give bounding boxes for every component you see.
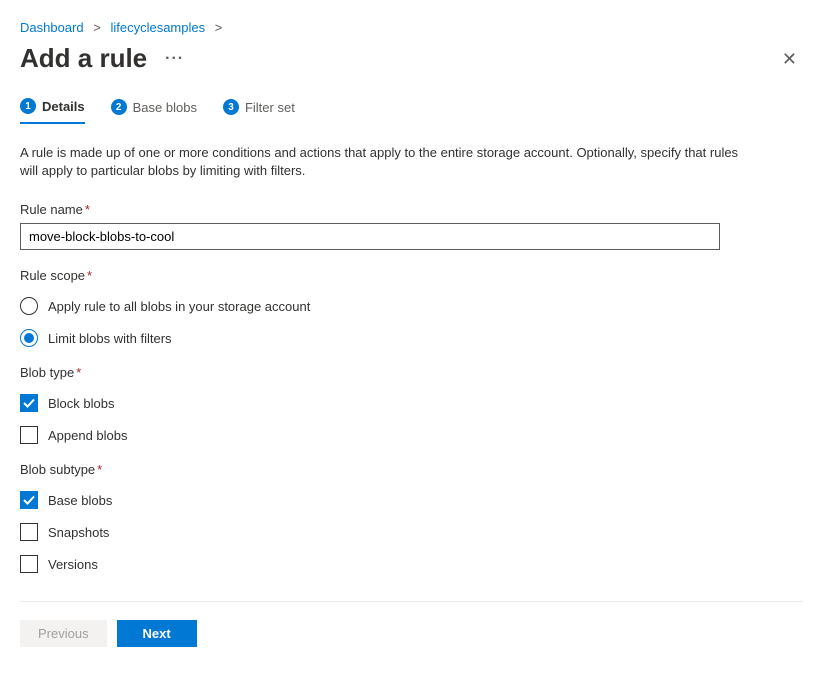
breadcrumb-dashboard[interactable]: Dashboard — [20, 20, 84, 35]
blob-subtype-snapshots-checkbox[interactable]: Snapshots — [20, 523, 803, 541]
step-number-icon: 3 — [223, 99, 239, 115]
scope-all-radio[interactable]: Apply rule to all blobs in your storage … — [20, 297, 803, 315]
checkbox-label: Versions — [48, 557, 98, 572]
previous-button[interactable]: Previous — [20, 620, 107, 647]
next-button[interactable]: Next — [117, 620, 197, 647]
footer-buttons: Previous Next — [20, 601, 803, 647]
checkbox-label: Base blobs — [48, 493, 112, 508]
chevron-right-icon: > — [93, 20, 101, 35]
checkbox-icon — [20, 426, 38, 444]
radio-label: Apply rule to all blobs in your storage … — [48, 299, 310, 314]
checkbox-icon — [20, 555, 38, 573]
blob-type-label: Blob type* — [20, 365, 803, 380]
checkbox-icon — [20, 523, 38, 541]
more-icon[interactable]: ··· — [165, 50, 184, 68]
wizard-tabs: 1 Details 2 Base blobs 3 Filter set — [20, 98, 803, 124]
rule-name-input[interactable] — [20, 223, 720, 250]
blob-subtype-base-checkbox[interactable]: Base blobs — [20, 491, 803, 509]
rule-name-label: Rule name* — [20, 202, 803, 217]
step-number-icon: 1 — [20, 98, 36, 114]
tab-details[interactable]: 1 Details — [20, 98, 85, 124]
tab-label: Base blobs — [133, 100, 197, 115]
tab-label: Filter set — [245, 100, 295, 115]
checkbox-label: Append blobs — [48, 428, 128, 443]
checkbox-label: Block blobs — [48, 396, 114, 411]
radio-icon — [20, 297, 38, 315]
radio-icon — [20, 329, 38, 347]
blob-subtype-versions-checkbox[interactable]: Versions — [20, 555, 803, 573]
tab-label: Details — [42, 99, 85, 114]
breadcrumb: Dashboard > lifecyclesamples > — [20, 20, 803, 35]
breadcrumb-lifecyclesamples[interactable]: lifecyclesamples — [110, 20, 205, 35]
blob-type-block-checkbox[interactable]: Block blobs — [20, 394, 803, 412]
page-title: Add a rule ··· — [20, 43, 184, 74]
checkbox-icon — [20, 491, 38, 509]
checkbox-label: Snapshots — [48, 525, 109, 540]
tab-filter-set[interactable]: 3 Filter set — [223, 98, 295, 124]
blob-subtype-label: Blob subtype* — [20, 462, 803, 477]
checkbox-icon — [20, 394, 38, 412]
rule-scope-label: Rule scope* — [20, 268, 803, 283]
description-text: A rule is made up of one or more conditi… — [20, 144, 740, 180]
scope-limit-radio[interactable]: Limit blobs with filters — [20, 329, 803, 347]
blob-type-append-checkbox[interactable]: Append blobs — [20, 426, 803, 444]
tab-base-blobs[interactable]: 2 Base blobs — [111, 98, 197, 124]
radio-label: Limit blobs with filters — [48, 331, 172, 346]
chevron-right-icon: > — [215, 20, 223, 35]
close-icon[interactable]: ✕ — [776, 44, 803, 74]
step-number-icon: 2 — [111, 99, 127, 115]
